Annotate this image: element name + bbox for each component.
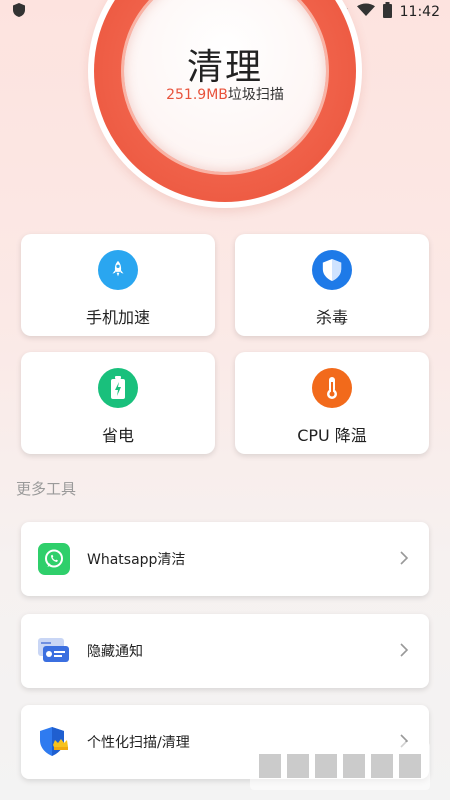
junk-amount: 251.9MB [166,87,228,103]
clean-title: 清理 [186,47,263,88]
tile-antivirus[interactable]: 杀毒 [235,234,429,336]
tool-row-label: Whatsapp清洁 [87,552,186,568]
notification-card-icon [37,634,71,668]
tool-row-whatsapp-clean[interactable]: Whatsapp清洁 [21,522,429,596]
tool-row-label: 隐藏通知 [87,644,143,660]
tile-label: CPU 降温 [297,426,367,445]
tile-label: 杀毒 [315,308,348,327]
junk-scan-label: 垃圾扫描 [227,87,284,103]
thermometer-icon [312,368,352,408]
clean-button[interactable]: 清理 251.9MB垃圾扫描 [88,0,362,208]
tile-cpu-cooler[interactable]: CPU 降温 [235,352,429,454]
tile-label: 省电 [101,426,134,445]
tool-row-hide-notifications[interactable]: 隐藏通知 [21,614,429,688]
battery-icon [98,368,138,408]
junk-scan-summary: 251.9MB垃圾扫描 [88,84,362,104]
tile-phone-boost[interactable]: 手机加速 [21,234,215,336]
more-tools-heading: 更多工具 [16,480,77,498]
tile-label: 手机加速 [85,308,150,327]
watermark [250,742,430,790]
chevron-right-icon [399,547,409,571]
wifi-icon [356,3,375,21]
battery-status-icon [382,2,392,22]
status-time: 11:42 [399,4,440,20]
shield-status-icon [12,2,26,22]
crown-shield-icon [37,725,71,759]
tile-battery-saver[interactable]: 省电 [21,352,215,454]
chevron-right-icon [399,639,409,663]
rocket-icon [98,250,138,290]
whatsapp-icon [37,542,71,576]
shield-icon [312,250,352,290]
